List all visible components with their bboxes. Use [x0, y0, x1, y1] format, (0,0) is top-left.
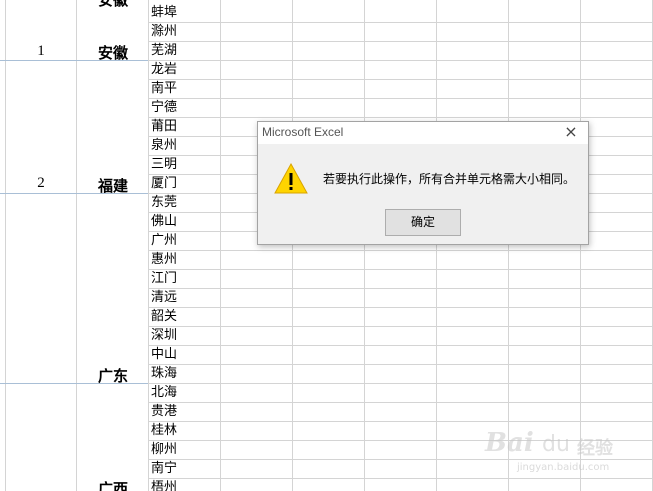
ok-button[interactable]: 确定	[385, 209, 461, 236]
cell-province: 福建	[97, 177, 128, 195]
cell-city: 三明	[151, 157, 178, 172]
watermark-text: 经验	[577, 438, 613, 459]
gridline	[580, 0, 581, 491]
cell-city: 南平	[151, 81, 178, 96]
watermark-logo: Bai	[485, 428, 534, 458]
watermark-url: jingyan.baidu.com	[517, 462, 610, 473]
cell-city: 梧州	[151, 480, 178, 491]
cell-city: 贵港	[151, 404, 178, 419]
cell-city: 江门	[151, 271, 178, 286]
spreadsheet-grid[interactable]: 安徽 1 安徽 2 福建 广东 广西 蚌埠 滁州 芜湖 龙岩 南平 宁德 莆田 …	[0, 0, 653, 491]
gridline	[5, 0, 6, 491]
cell-province: 安徽	[97, 44, 128, 62]
cell-city: 韶关	[151, 309, 178, 324]
gridline	[148, 345, 653, 346]
gridline	[148, 22, 653, 23]
gridline	[148, 269, 653, 270]
cell-city: 泉州	[151, 138, 178, 153]
cell-province: 广东	[97, 367, 128, 385]
cell-city: 中山	[151, 347, 178, 362]
dialog-message: 若要执行此操作，所有合并单元格需大小相同。	[323, 172, 576, 186]
gridline	[148, 326, 653, 327]
gridline	[148, 60, 653, 61]
cell-city: 莆田	[151, 119, 178, 134]
baidu-jingyan-watermark: Bai du 经验 jingyan.baidu.com	[485, 428, 645, 488]
gridline	[220, 0, 221, 491]
gridline	[364, 0, 365, 491]
gridline	[148, 307, 653, 308]
cell-city: 珠海	[151, 366, 178, 381]
gridline	[148, 98, 653, 99]
gridline	[148, 117, 653, 118]
cell-city: 惠州	[151, 252, 178, 267]
cell-city: 广州	[151, 233, 178, 248]
cell-city: 滁州	[151, 24, 178, 39]
cell-partial-province: 安徽	[97, 0, 128, 9]
cell-city: 芜湖	[151, 43, 178, 58]
cell-city: 柳州	[151, 442, 178, 457]
gridline	[148, 383, 653, 384]
gridline	[148, 250, 653, 251]
gridline	[148, 402, 653, 403]
cell-number: 2	[37, 175, 45, 191]
dialog-titlebar[interactable]: Microsoft Excel ×	[258, 122, 588, 144]
cell-city: 深圳	[151, 328, 178, 343]
cell-city: 清远	[151, 290, 178, 305]
cell-city: 桂林	[151, 423, 178, 438]
gridline	[148, 288, 653, 289]
cell-province: 广西	[97, 480, 128, 491]
cell-city: 南宁	[151, 461, 178, 476]
gridline	[148, 364, 653, 365]
gridline	[76, 0, 77, 491]
gridline	[508, 0, 509, 491]
cell-city: 北海	[151, 385, 178, 400]
gridline	[148, 41, 653, 42]
gridline	[148, 421, 653, 422]
close-icon[interactable]: ×	[562, 123, 580, 141]
gridline	[148, 79, 653, 80]
dialog-title: Microsoft Excel	[262, 125, 344, 139]
cell-number: 1	[37, 43, 45, 59]
cell-city: 东莞	[151, 195, 178, 210]
cell-city: 龙岩	[151, 62, 178, 77]
gridline	[148, 0, 149, 491]
cell-city: 厦门	[151, 176, 178, 191]
cell-city: 佛山	[151, 214, 178, 229]
excel-message-dialog[interactable]: Microsoft Excel × 若要执行此操作，所有合并单元格需大小相同。 …	[257, 121, 589, 245]
gridline	[292, 0, 293, 491]
cell-city: 宁德	[151, 100, 178, 115]
watermark-paw-icon: du	[542, 432, 570, 457]
cell-city: 蚌埠	[151, 5, 178, 20]
warning-triangle-icon	[274, 163, 308, 194]
gridline	[436, 0, 437, 491]
